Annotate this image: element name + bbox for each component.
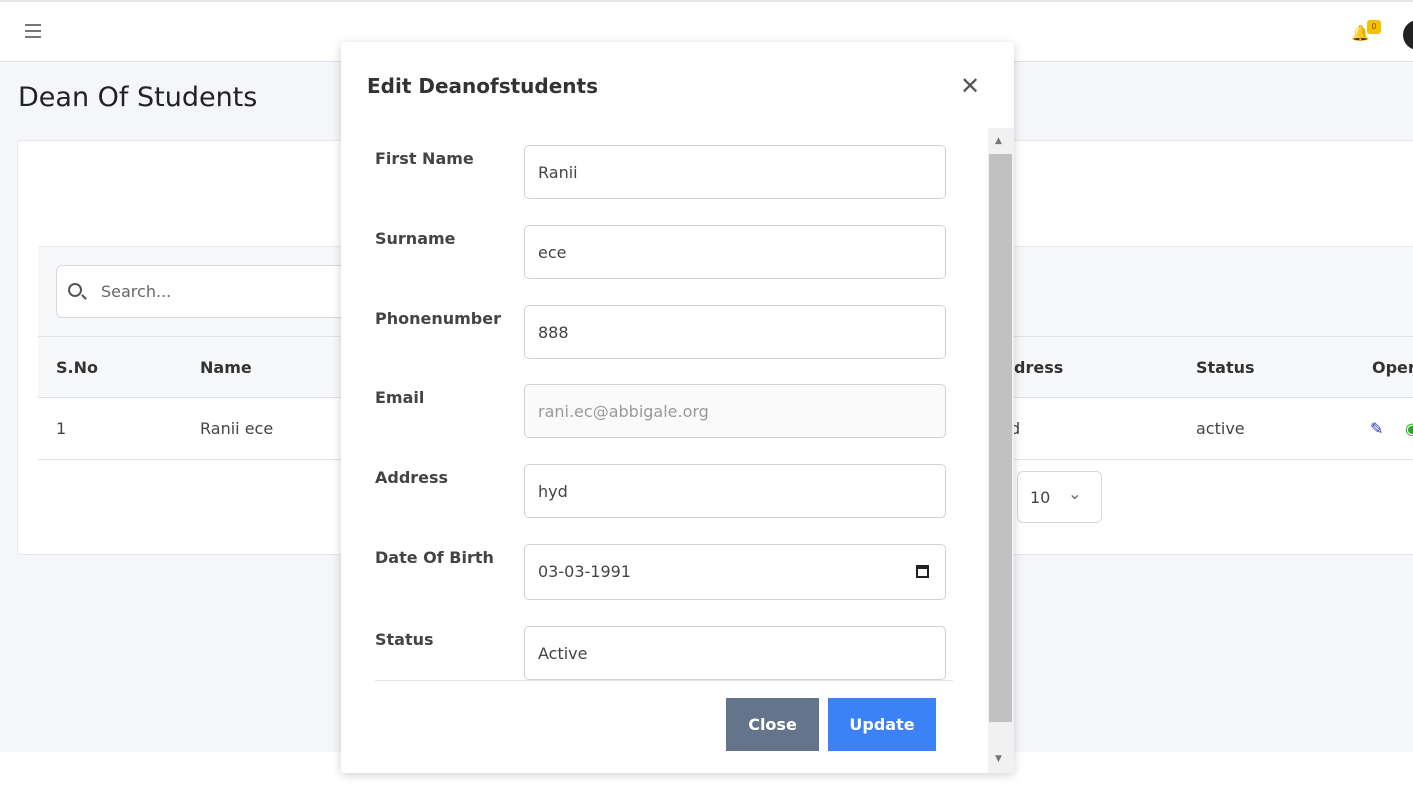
- surname-input[interactable]: [524, 225, 946, 279]
- page-size-select[interactable]: 10 ⌄: [1017, 471, 1102, 523]
- avatar[interactable]: [1403, 20, 1413, 50]
- surname-label: Surname: [375, 229, 456, 248]
- dob-input[interactable]: 03-03-1991: [524, 544, 946, 600]
- scroll-down-icon[interactable]: ▼: [995, 754, 1002, 764]
- status-input[interactable]: [524, 626, 946, 680]
- notification-badge: 0: [1367, 20, 1381, 34]
- search-icon: [68, 283, 82, 297]
- page-title: Dean Of Students: [18, 82, 258, 113]
- page-size-value: 10: [1030, 488, 1051, 507]
- calendar-icon[interactable]: [916, 565, 929, 578]
- address-input[interactable]: [524, 464, 946, 518]
- close-icon[interactable]: ✕: [960, 72, 980, 100]
- address-label: Address: [375, 468, 449, 487]
- footer-divider: [375, 680, 953, 681]
- scrollbar[interactable]: ▲ ▼: [988, 128, 1014, 773]
- dob-label: Date Of Birth: [375, 548, 494, 567]
- column-name[interactable]: Name: [200, 358, 252, 377]
- update-button[interactable]: Update: [828, 698, 936, 751]
- phone-input[interactable]: [524, 305, 946, 359]
- edit-modal: Edit Deanofstudents ✕ ▲ ▼ First Name Sur…: [341, 42, 1014, 773]
- hamburger-menu-icon[interactable]: [25, 24, 41, 38]
- scroll-up-icon[interactable]: ▲: [995, 136, 1002, 146]
- phone-label: Phonenumber: [375, 309, 501, 328]
- first-name-label: First Name: [375, 149, 474, 168]
- search-input[interactable]: Search...: [56, 265, 356, 318]
- column-address[interactable]: dress: [1014, 358, 1063, 377]
- dob-value: 03-03-1991: [538, 562, 631, 581]
- close-button[interactable]: Close: [726, 698, 819, 751]
- column-sno[interactable]: S.No: [56, 358, 98, 377]
- cell-name: Ranii ece: [200, 419, 274, 438]
- chevron-down-icon: ⌄: [1068, 484, 1082, 503]
- email-input[interactable]: [524, 384, 946, 438]
- status-label: Status: [375, 630, 434, 649]
- column-operations: Operations: [1372, 358, 1413, 377]
- modal-title: Edit Deanofstudents: [367, 74, 598, 98]
- first-name-input[interactable]: [524, 145, 946, 199]
- cell-status: active: [1196, 419, 1245, 438]
- edit-icon[interactable]: ✎: [1370, 419, 1383, 438]
- cell-sno: 1: [56, 419, 67, 438]
- scrollbar-thumb[interactable]: [989, 154, 1012, 722]
- view-icon[interactable]: ◉: [1405, 419, 1413, 438]
- column-status[interactable]: Status: [1196, 358, 1255, 377]
- email-label: Email: [375, 388, 425, 407]
